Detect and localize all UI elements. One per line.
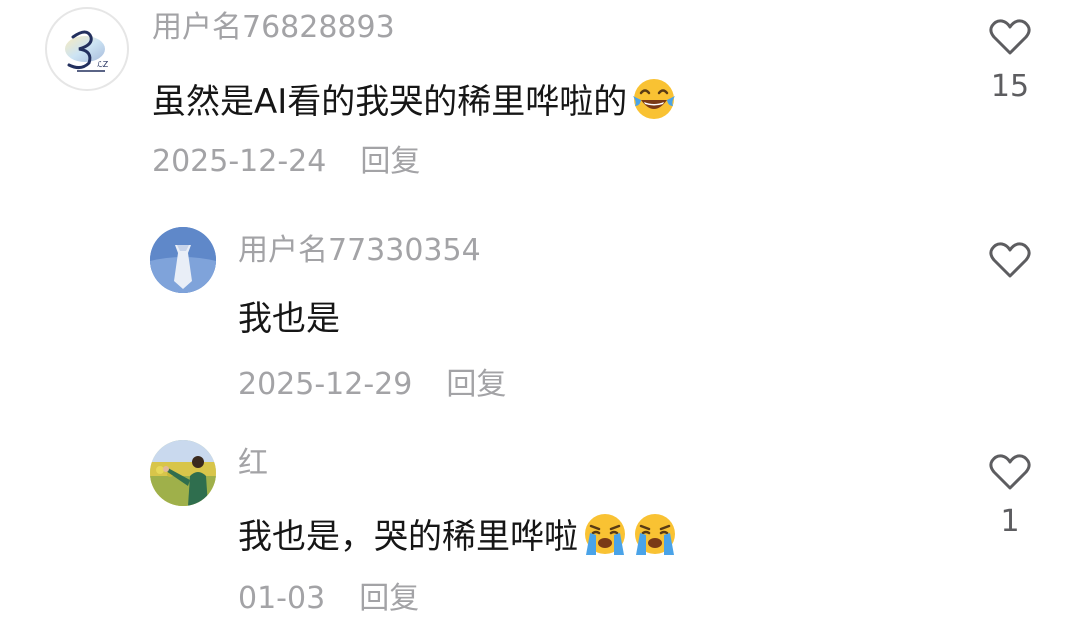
comment-text: 我也是，哭的稀里哗啦 <box>238 511 678 563</box>
comment-text: 虽然是AI看的我哭的稀里哗啦的 <box>152 76 677 128</box>
comment-meta: 2025-12-24 回复 <box>152 147 420 177</box>
avatar[interactable] <box>150 227 216 293</box>
reply-button[interactable]: 回复 <box>360 147 420 177</box>
like-button[interactable] <box>980 241 1040 279</box>
comment-date: 2025-12-24 <box>152 144 327 179</box>
comment-text-body: 我也是，哭的稀里哗啦 <box>238 517 578 557</box>
svg-text:ℒZ: ℒZ <box>97 60 109 69</box>
tie-avatar-icon <box>150 227 216 293</box>
avatar[interactable] <box>150 440 216 506</box>
comment-date: 01-03 <box>238 581 326 616</box>
comment-text-body: 我也是 <box>238 299 340 339</box>
heart-icon <box>989 242 1031 278</box>
like-button[interactable]: 15 <box>980 18 1040 102</box>
heart-icon <box>989 19 1031 55</box>
username[interactable]: 红 <box>238 449 268 479</box>
comment-meta: 01-03 回复 <box>238 584 419 614</box>
crying-emoji-icon <box>582 511 628 563</box>
username[interactable]: 用户名76828893 <box>152 13 395 43</box>
crying-emoji-icon <box>632 511 678 563</box>
reply-button[interactable]: 回复 <box>446 370 506 400</box>
like-count: 15 <box>990 69 1030 104</box>
username[interactable]: 用户名77330354 <box>238 236 481 266</box>
like-button[interactable]: 1 <box>980 453 1040 537</box>
photo-avatar-icon <box>150 440 216 506</box>
avatar[interactable]: ℒZ <box>45 7 129 91</box>
comment-date: 2025-12-29 <box>238 367 413 402</box>
laughing-tears-emoji-icon <box>631 76 677 128</box>
heart-icon <box>989 454 1031 490</box>
reply-button[interactable]: 回复 <box>359 584 419 614</box>
comment-text-body: 虽然是AI看的我哭的稀里哗啦的 <box>152 82 628 122</box>
comment-meta: 2025-12-29 回复 <box>238 370 506 400</box>
comment-text: 我也是 <box>238 302 340 336</box>
logo-avatar-icon: ℒZ <box>65 30 109 72</box>
like-count: 1 <box>1000 504 1020 539</box>
